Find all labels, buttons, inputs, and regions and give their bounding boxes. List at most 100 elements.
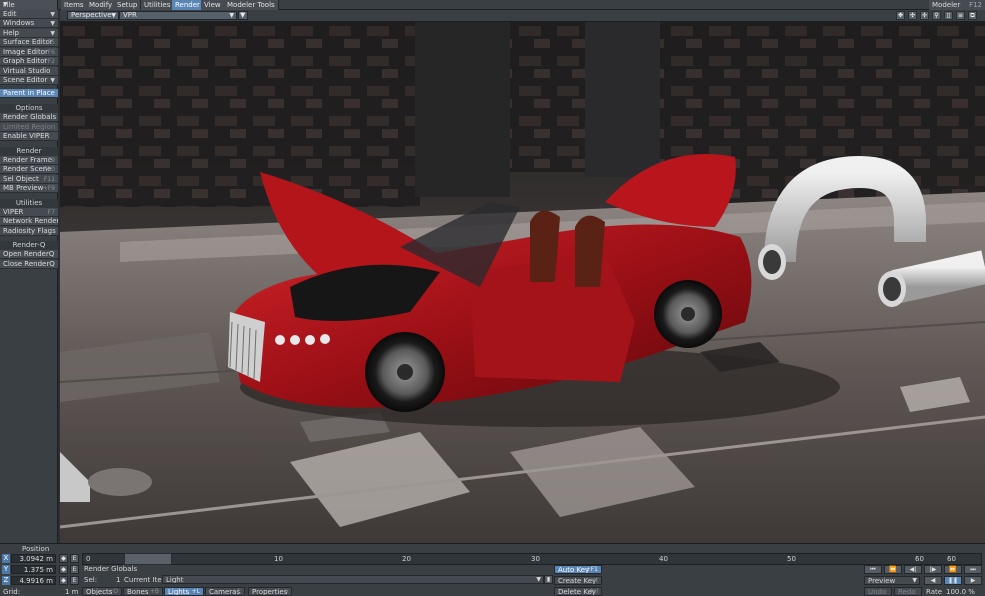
rotate-view-icon[interactable]: ✣ xyxy=(908,11,917,20)
orbit-view-icon[interactable]: ✢ xyxy=(920,11,929,20)
create-key-button[interactable]: Create Key ret xyxy=(554,576,602,585)
view-mode-value: Perspective xyxy=(71,11,112,19)
frame-timeline[interactable]: 0 0 10 20 30 40 50 60 60 xyxy=(82,553,982,565)
tab-render[interactable]: Render xyxy=(172,0,204,10)
next-key-icon[interactable]: ⏩ xyxy=(944,565,962,574)
chevron-down-icon: ▼ xyxy=(3,1,8,8)
viewport-options-button[interactable]: ▼ xyxy=(238,11,248,20)
preview-label: Preview xyxy=(868,577,896,585)
tab-utilities[interactable]: Utilities xyxy=(141,0,175,10)
envelope-x-button[interactable]: E xyxy=(70,554,79,563)
sidebar-item-network-render[interactable]: Network Render xyxy=(0,217,58,226)
previous-key-icon[interactable]: ⏪ xyxy=(884,565,902,574)
file-menu[interactable]: File ▼ xyxy=(0,0,58,10)
key-toggle-x-icon[interactable]: ◆ xyxy=(59,554,68,563)
z-axis-label: Z xyxy=(2,576,10,585)
bones-mode-button[interactable]: Bones +B xyxy=(123,587,163,596)
modeler-button[interactable]: Modeler F12 xyxy=(929,0,985,10)
sidebar-item-image-editor[interactable]: Image Editor F6 xyxy=(0,48,58,57)
grid-label: Grid: xyxy=(3,588,21,596)
z-position-field[interactable]: 4.9916 m xyxy=(11,576,56,585)
sidebar-item-open-renderq[interactable]: Open RenderQ xyxy=(0,250,58,259)
render-viewport[interactable] xyxy=(60,22,985,543)
y-position-field[interactable]: 1.375 m xyxy=(11,565,56,574)
sidebar-item-limited-region[interactable]: Limited Region xyxy=(0,123,58,132)
sidebar-item-radiosity-flags[interactable]: Radiosity Flags xyxy=(0,227,58,236)
tab-view[interactable]: View xyxy=(201,0,225,10)
chevron-down-icon: ▼ xyxy=(50,20,55,27)
pause-icon[interactable]: ❚❚ xyxy=(944,576,962,585)
maximize-viewport-icon[interactable]: ⧉ xyxy=(968,11,977,20)
move-view-icon[interactable]: ✥ xyxy=(896,11,905,20)
x-position-field[interactable]: 3.0942 m xyxy=(11,554,56,563)
sidebar-item-virtual-studio[interactable]: Virtual Studio xyxy=(0,67,58,76)
key-toggle-z-icon[interactable]: ◆ xyxy=(59,576,68,585)
objects-mode-button[interactable]: Objects +O xyxy=(82,587,122,596)
sidebar-item-sel-object[interactable]: Sel Object F11 xyxy=(0,175,58,184)
sidebar-item-render-scene[interactable]: Render Scene F10 xyxy=(0,165,58,174)
timeline-tick: 40 xyxy=(659,555,668,563)
lights-mode-button[interactable]: Lights +L xyxy=(164,587,204,596)
timeline-tick: 60 xyxy=(915,555,924,563)
shortcut-hint: ret xyxy=(589,577,598,584)
sidebar-item-edit[interactable]: Edit ▼ xyxy=(0,10,58,19)
key-toggle-y-icon[interactable]: ◆ xyxy=(59,565,68,574)
envelope-y-button[interactable]: E xyxy=(70,565,79,574)
viewport-layout-icon[interactable]: ▯ xyxy=(944,11,953,20)
properties-button[interactable]: Properties p xyxy=(248,587,292,596)
viewport-list-icon[interactable]: ≡ xyxy=(956,11,965,20)
y-axis-label: Y xyxy=(2,565,10,574)
sidebar-item-mb-preview[interactable]: MB Preview +F9 xyxy=(0,184,58,193)
redo-button[interactable]: Redo xyxy=(894,587,922,596)
rate-value: 100.0 % xyxy=(946,588,975,596)
timeline-tick: 10 xyxy=(274,555,283,563)
previous-frame-icon[interactable]: ◀| xyxy=(904,565,922,574)
parent-in-place-toggle[interactable]: Parent in Place xyxy=(0,89,58,98)
envelope-z-button[interactable]: E xyxy=(70,576,79,585)
sidebar-item-render-frame[interactable]: Render Frame F9 xyxy=(0,156,58,165)
sidebar-item-label: Sel Object xyxy=(3,175,39,183)
cameras-mode-button[interactable]: Cameras +C xyxy=(205,587,245,596)
zoom-view-icon[interactable]: ⚲ xyxy=(932,11,941,20)
sidebar-item-surface-editor[interactable]: Surface Editor F5 xyxy=(0,38,58,47)
sidebar-item-render-globals[interactable]: Render Globals xyxy=(0,113,58,122)
tab-setup[interactable]: Setup xyxy=(114,0,142,10)
sidebar-item-help[interactable]: Help ▼ xyxy=(0,29,58,38)
sidebar-item-label: Windows xyxy=(3,19,35,27)
sidebar-item-label: Enable VIPER xyxy=(3,132,50,140)
shortcut-hint: F10 xyxy=(43,166,55,173)
shortcut-hint: F5 xyxy=(47,39,55,46)
frame-slider-handle[interactable] xyxy=(124,553,172,565)
tab-modify[interactable]: Modify xyxy=(86,0,117,10)
item-options-icon[interactable]: ▮ xyxy=(544,575,553,584)
modeler-label: Modeler xyxy=(932,1,961,9)
sidebar-item-enable-viper[interactable]: Enable VIPER xyxy=(0,132,58,141)
x-axis-label: X xyxy=(2,554,10,563)
render-mode-dropdown[interactable]: VPR ▼ xyxy=(119,11,237,20)
sidebar-item-windows[interactable]: Windows ▼ xyxy=(0,19,58,28)
view-mode-dropdown[interactable]: Perspective ▼ xyxy=(67,11,119,20)
delete-key-button[interactable]: Delete Key del xyxy=(554,587,602,596)
chevron-down-icon: ▼ xyxy=(111,12,116,19)
tab-items[interactable]: Items xyxy=(61,0,88,10)
play-reverse-icon[interactable]: ◀ xyxy=(924,576,942,585)
next-frame-icon[interactable]: |▶ xyxy=(924,565,942,574)
shortcut-hint: +F9 xyxy=(42,185,55,192)
section-header-utilities: Utilities xyxy=(0,199,58,208)
sidebar-item-scene-editor[interactable]: Scene Editor ▼ xyxy=(0,76,58,85)
go-to-start-icon[interactable]: ⏮ xyxy=(864,565,882,574)
auto-key-button[interactable]: Auto Key +F1 xyxy=(554,565,602,574)
sidebar-item-graph-editor[interactable]: Graph Editor ^F2 xyxy=(0,57,58,66)
sidebar-item-close-renderq[interactable]: Close RenderQ xyxy=(0,260,58,269)
chevron-down-icon: ▼ xyxy=(229,12,234,19)
tab-modeler-tools[interactable]: Modeler Tools xyxy=(224,0,279,10)
sidebar-item-viper[interactable]: VIPER F7 xyxy=(0,208,58,217)
shortcut-hint: F11 xyxy=(43,176,55,183)
play-icon[interactable]: ▶ xyxy=(964,576,982,585)
go-to-end-icon[interactable]: ⏭ xyxy=(964,565,982,574)
sidebar-item-label: Surface Editor xyxy=(3,38,53,46)
shortcut-hint: del xyxy=(588,588,598,595)
preview-dropdown[interactable]: Preview ▼ xyxy=(864,576,920,585)
current-item-dropdown[interactable]: Light ▼ xyxy=(162,575,544,584)
undo-button[interactable]: Undo xyxy=(864,587,892,596)
